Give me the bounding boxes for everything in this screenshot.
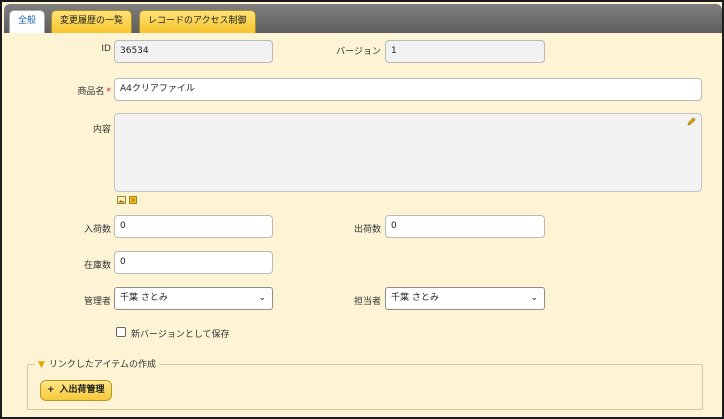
create-inout-management-label: 入出荷管理 [59, 385, 105, 395]
stock-label: 在庫数 [83, 261, 111, 271]
product-name-input[interactable]: A4クリアファイル [114, 78, 702, 101]
manager-label: 管理者 [83, 297, 111, 307]
image-insert-icon[interactable] [117, 196, 126, 207]
assignee-selected-value: 千葉 さとみ [391, 293, 439, 303]
tab-bar: 全般 変更履歴の一覧 レコードのアクセス制御 [4, 4, 722, 34]
required-marker: * [106, 87, 112, 97]
chevron-down-icon: ⌄ [258, 293, 266, 303]
product-name-label-text: 商品名 [77, 87, 105, 97]
linked-items-title: リンクしたアイテムの作成 [48, 360, 157, 370]
new-version-label[interactable]: 新バージョンとして保存 [131, 327, 230, 340]
assignee-select[interactable]: 千葉 さとみ ⌄ [385, 287, 545, 310]
version-field: 1 [385, 40, 545, 63]
linked-items-fieldset [27, 364, 703, 410]
version-label: バージョン [336, 47, 381, 57]
content-textarea[interactable] [114, 113, 702, 192]
stock-input[interactable]: 0 [114, 251, 273, 274]
chevron-down-icon: ⌄ [530, 293, 538, 303]
content-label: 内容 [92, 125, 111, 135]
general-panel: ID 36534 バージョン 1 商品名 * A4クリアファイル 内容 入荷数 … [5, 33, 721, 417]
file-attach-icon[interactable] [129, 196, 137, 207]
outgoing-label: 出荷数 [353, 225, 381, 235]
manager-selected-value: 千葉 さとみ [120, 293, 168, 303]
product-name-label: 商品名 * [55, 84, 111, 97]
incoming-input[interactable]: 0 [114, 215, 273, 238]
outgoing-input[interactable]: 0 [385, 215, 545, 238]
new-version-checkbox[interactable] [116, 327, 126, 337]
edit-pencil-icon[interactable] [687, 117, 696, 129]
id-label: ID [101, 44, 111, 54]
incoming-label: 入荷数 [83, 225, 111, 235]
manager-select[interactable]: 千葉 さとみ ⌄ [114, 287, 273, 310]
assignee-label: 担当者 [353, 297, 381, 307]
tab-change-history[interactable]: 変更履歴の一覧 [51, 10, 133, 33]
tab-access-control[interactable]: レコードのアクセス制御 [139, 10, 256, 33]
tab-general[interactable]: 全般 [9, 10, 46, 34]
create-inout-management-button[interactable]: + 入出荷管理 [40, 380, 112, 401]
window-frame: 全般 変更履歴の一覧 レコードのアクセス制御 ID 36534 バージョン 1 … [0, 0, 724, 419]
plus-icon: + [47, 385, 55, 395]
collapse-triangle-icon: ▼ [38, 360, 45, 370]
linked-items-legend[interactable]: ▼ リンクしたアイテムの作成 [35, 357, 160, 370]
id-field: 36534 [114, 40, 273, 63]
